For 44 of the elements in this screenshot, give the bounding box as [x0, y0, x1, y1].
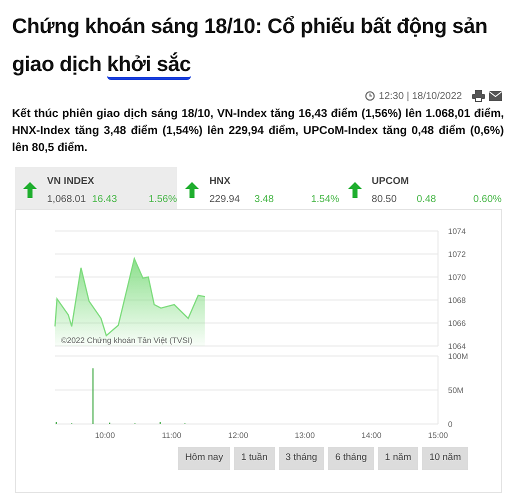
index-name: VN INDEX — [47, 174, 94, 188]
index-name: UPCOM — [372, 174, 409, 188]
index-value: 229.94 — [209, 192, 241, 206]
index-change: 0.48 — [416, 192, 438, 206]
range-button[interactable]: 1 tuần — [234, 447, 274, 470]
range-button[interactable]: 10 năm — [422, 447, 468, 470]
axis-label: 13:00 — [294, 431, 315, 440]
axis-label: 1070 — [448, 273, 466, 282]
axis-label: 0 — [448, 420, 452, 429]
chart-credit: ©2022 Chứng khoán Tân Việt (TVSI) — [61, 336, 192, 345]
axis-label: 14:00 — [361, 431, 382, 440]
axis-label: 11:00 — [162, 431, 182, 440]
index-percent: 1.56% — [148, 192, 177, 206]
index-name: HNX — [209, 174, 230, 188]
index-change: 3.48 — [254, 192, 275, 206]
publish-time: 12:30 | 18/10/2022 — [378, 90, 462, 104]
index-value: 80.50 — [372, 192, 398, 206]
index-change: 16.43 — [92, 192, 118, 206]
axis-label: 15:00 — [428, 431, 448, 440]
axis-label: 1064 — [448, 342, 466, 350]
index-value: 1,068.01 — [47, 192, 87, 206]
axis-label: 1074 — [448, 227, 466, 236]
range-button[interactable]: 1 năm — [378, 447, 418, 470]
range-button[interactable]: 6 tháng — [328, 447, 374, 470]
axis-label: 1072 — [448, 250, 466, 259]
range-button[interactable]: 3 tháng — [278, 447, 324, 470]
arrow-up-icon — [185, 182, 200, 198]
axis-label: 12:00 — [228, 431, 248, 440]
clock-icon — [364, 91, 375, 101]
axis-label: 10:00 — [94, 431, 115, 440]
mail-icon[interactable] — [489, 91, 502, 101]
print-icon[interactable] — [472, 90, 485, 102]
index-percent: 0.60% — [472, 192, 502, 206]
axis-label: 100M — [448, 352, 468, 361]
arrow-up-icon — [23, 182, 37, 198]
index-percent: 1.54% — [310, 192, 340, 206]
axis-label: 50M — [448, 386, 464, 395]
axis-label: 1066 — [448, 319, 466, 328]
index-tab[interactable]: VN INDEX 1,068.01 16.43 1.56% — [15, 167, 178, 209]
arrow-up-icon — [348, 182, 362, 198]
summary-paragraph: Kết thúc phiên giao dịch sáng 18/10, VN-Index tăng 16,43 điểm (1,56%) lên 1.068,01 điểm, HNX-Index tăng 3,48 điểm (1,54%) lên 229,94 điểm, UPCoM-Index tăng 0,48 điểm (0,6%) lên 80,5 điểm. — [12, 106, 504, 156]
range-button[interactable]: Hôm nay — [178, 447, 230, 470]
axis-label: 1068 — [448, 296, 466, 305]
article-title: Chứng khoán sáng 18/10: Cổ phiếu bất động sản giao dịch khởi sắc — [12, 8, 504, 84]
